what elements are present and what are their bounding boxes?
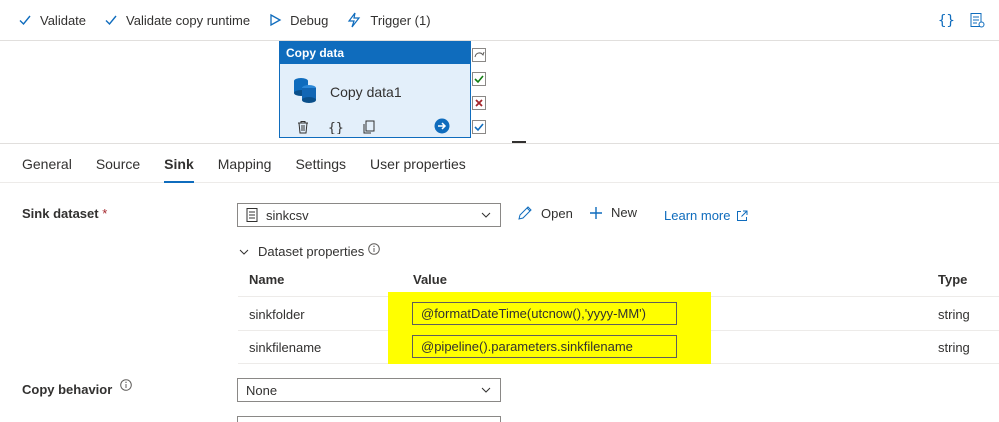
param-type: string (938, 307, 970, 322)
tab-source[interactable]: Source (96, 143, 140, 183)
activity-outputs (472, 43, 486, 139)
new-dataset-button[interactable]: New (589, 205, 637, 220)
checkmark-icon (18, 13, 32, 27)
param-name: sinkfilename (249, 340, 322, 355)
tab-user-properties[interactable]: User properties (370, 143, 466, 183)
info-icon[interactable] (368, 242, 381, 255)
pipeline-toolbar: Validate Validate copy runtime Debug Tri… (0, 0, 999, 40)
param-value-input[interactable]: @pipeline().parameters.sinkfilename (412, 335, 677, 358)
open-dataset-button[interactable]: Open (517, 205, 573, 221)
lightning-icon (346, 12, 362, 28)
sink-dataset-label: Sink dataset * (22, 206, 107, 221)
properties-icon[interactable] (969, 12, 985, 28)
copy-data-icon (292, 76, 318, 107)
required-mark: * (102, 206, 108, 221)
activity-type-label: Copy data (280, 42, 470, 64)
param-name: sinkfolder (249, 307, 305, 322)
trigger-button[interactable]: Trigger (1) (346, 12, 431, 28)
code-icon[interactable]: {} (328, 120, 344, 134)
param-type: string (938, 340, 970, 355)
activity-name: Copy data1 (330, 83, 402, 100)
chevron-down-icon (480, 384, 492, 396)
tab-general[interactable]: General (22, 143, 72, 183)
copy-behavior-value: None (246, 382, 278, 398)
chevron-down-icon (238, 246, 250, 258)
dataset-properties-label: Dataset properties (258, 244, 365, 259)
trigger-label: Trigger (1) (370, 12, 431, 28)
failure-x-icon[interactable] (472, 91, 486, 115)
tab-mapping[interactable]: Mapping (218, 143, 272, 183)
arrow-forward-icon[interactable] (434, 118, 450, 137)
column-header-name: Name (249, 272, 285, 287)
svg-text:{}: {} (328, 121, 344, 134)
dataset-file-icon (246, 208, 258, 222)
sink-dataset-label-text: Sink dataset (22, 206, 99, 221)
success-check-icon[interactable] (472, 67, 486, 91)
chevron-down-icon (480, 209, 492, 221)
next-field-select[interactable] (237, 416, 501, 422)
delete-icon[interactable] (296, 120, 310, 134)
play-icon (268, 13, 282, 27)
svg-text:{}: {} (938, 13, 955, 28)
param-value-input[interactable]: @formatDateTime(utcnow(),'yyyy-MM') (412, 302, 677, 325)
copy-behavior-label-text: Copy behavior (22, 382, 113, 397)
tab-sink[interactable]: Sink (164, 143, 194, 183)
external-link-icon (736, 210, 748, 222)
validate-label: Validate (40, 12, 87, 28)
dataset-properties-toggle[interactable]: Dataset properties (238, 242, 381, 259)
info-icon[interactable] (120, 379, 132, 391)
column-header-value: Value (413, 272, 447, 287)
validate-copy-runtime-label: Validate copy runtime (126, 12, 251, 28)
open-label: Open (541, 205, 573, 221)
learn-more-text: Learn more (664, 208, 731, 223)
checkmark-icon (104, 13, 118, 27)
code-braces-icon[interactable]: {} (937, 12, 955, 28)
sink-dataset-value: sinkcsv (266, 207, 309, 223)
validate-button[interactable]: Validate (18, 13, 86, 28)
properties-tabs: General Source Sink Mapping Settings Use… (0, 143, 999, 183)
completion-check-icon[interactable] (472, 115, 486, 139)
tab-settings[interactable]: Settings (295, 143, 346, 183)
copy-data-activity[interactable]: Copy data Copy data1 {} (279, 41, 471, 138)
debug-label: Debug (290, 12, 329, 28)
pencil-icon (517, 205, 533, 221)
new-label: New (611, 205, 638, 220)
skip-arrow-icon[interactable] (472, 43, 486, 67)
copy-behavior-label: Copy behavior (22, 379, 132, 397)
pipeline-canvas[interactable]: Copy data Copy data1 {} (0, 40, 999, 143)
column-header-type: Type (938, 272, 968, 287)
sink-dataset-select[interactable]: sinkcsv (237, 203, 501, 227)
validate-copy-runtime-button[interactable]: Validate copy runtime (104, 13, 250, 28)
debug-button[interactable]: Debug (268, 13, 328, 28)
plus-icon (589, 206, 603, 220)
learn-more-link[interactable]: Learn more (664, 208, 748, 223)
copy-behavior-select[interactable]: None (237, 378, 501, 402)
clone-icon[interactable] (362, 120, 376, 134)
toolbar-right: {} (937, 0, 999, 40)
